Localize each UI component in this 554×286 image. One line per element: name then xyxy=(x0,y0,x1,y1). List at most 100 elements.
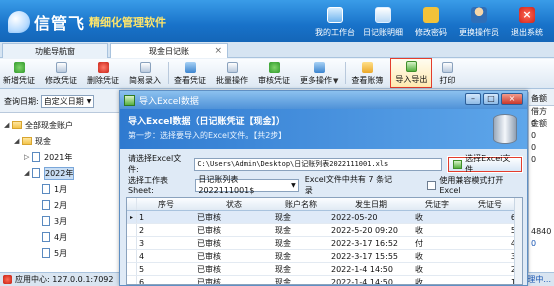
cell-number: 3 xyxy=(461,250,519,262)
cell-word: 收 xyxy=(415,252,423,261)
nav-switch-operator[interactable]: 更换操作员 xyxy=(456,2,502,40)
view-voucher-button[interactable]: 查看凭证 xyxy=(171,58,209,88)
tree-node-month[interactable]: 2月 xyxy=(0,197,120,213)
quick-entry-button[interactable]: 简易录入 xyxy=(126,58,164,88)
row-marker-icon: ▸ xyxy=(127,211,137,223)
cell-no: 2 xyxy=(139,226,145,235)
dialog-title: 导入Excel数据 xyxy=(139,96,199,107)
toolbar-label: 审核凭证 xyxy=(258,76,290,85)
toolbar-label: 新增凭证 xyxy=(3,76,35,85)
app-header: 信管飞 精细化管理软件 我的工作台 日记账明细 修改密码 更换操作员 × 退出系… xyxy=(0,0,554,42)
more-actions-button[interactable]: 更多操作▼ xyxy=(297,58,341,88)
delete-voucher-button[interactable]: 删除凭证 xyxy=(84,58,122,88)
tree-node-year[interactable]: ▷ 2021年 xyxy=(0,149,120,165)
desktop-icon xyxy=(327,7,343,23)
brand-slogan: 精细化管理软件 xyxy=(89,16,167,29)
nav-label: 日记账明细 xyxy=(363,28,403,37)
print-button[interactable]: 打印 xyxy=(436,58,458,88)
tree-label: 2021年 xyxy=(44,152,73,162)
cell-word: 付 xyxy=(415,239,423,248)
sheet-select[interactable]: 日记账列表2022111001$ ▼ xyxy=(195,175,299,195)
table-row[interactable]: 5 已审核 现金 2022-1-4 14:50 收 2 xyxy=(127,263,522,276)
book-icon xyxy=(361,62,373,73)
grid-cell: 0 xyxy=(531,131,537,140)
table-row[interactable]: 6 已审核 现金 2022-1-4 14:50 收 1 xyxy=(127,276,522,284)
chevron-down-icon: ▼ xyxy=(291,181,296,189)
cell-date: 2022-1-4 14:50 xyxy=(331,265,393,274)
excel-import-icon xyxy=(405,61,417,72)
row-marker xyxy=(127,263,137,275)
nav-my-desktop[interactable]: 我的工作台 xyxy=(312,2,358,40)
grid-column-header: 备额 xyxy=(529,92,554,106)
cell-status: 已审核 xyxy=(197,252,221,261)
tab-cash-journal[interactable]: 现金日记账 × xyxy=(110,43,228,58)
toolbar-label: 查看账簿 xyxy=(351,76,384,85)
cell-number: 4 xyxy=(461,237,519,249)
expand-icon[interactable]: ▷ xyxy=(24,153,32,161)
account-book-button[interactable]: 查看账簿 xyxy=(348,58,386,88)
sheet-value: 日记账列表2022111001$ xyxy=(198,175,255,195)
nav-change-password[interactable]: 修改密码 xyxy=(408,2,454,40)
maximize-button[interactable]: □ xyxy=(483,93,499,105)
toolbar-label: 批量操作 xyxy=(216,76,248,85)
tree-node-month[interactable]: 3月 xyxy=(0,213,120,229)
column-header[interactable]: 账户名称 xyxy=(273,198,329,210)
nav-exit[interactable]: × 退出系统 xyxy=(504,2,550,40)
query-date-label: 查询日期: xyxy=(4,96,39,106)
choose-excel-button[interactable]: 选择Excel文件 xyxy=(447,154,523,174)
folder-icon xyxy=(22,137,32,145)
import-export-button[interactable]: 导入导出 xyxy=(390,58,433,88)
grid-cell xyxy=(529,166,554,178)
tree-node-month[interactable]: 4月 xyxy=(0,229,120,245)
calendar-icon xyxy=(32,168,40,178)
tree-node-month[interactable]: 5月 xyxy=(0,245,120,261)
tree-node-cash[interactable]: ◢ 现金 xyxy=(0,133,120,149)
collapse-icon[interactable]: ◢ xyxy=(14,137,22,145)
new-voucher-button[interactable]: 新增凭证 xyxy=(0,58,38,88)
close-button[interactable]: × xyxy=(501,93,523,105)
compat-mode-checkbox[interactable] xyxy=(427,180,437,190)
edit-voucher-button[interactable]: 修改凭证 xyxy=(42,58,80,88)
collapse-icon[interactable]: ◢ xyxy=(4,121,12,129)
table-row[interactable]: 2 已审核 现金 2022-5-20 09:20 收 5 xyxy=(127,224,522,237)
table-row[interactable]: 3 已审核 现金 2022-3-17 16:52 付 4 xyxy=(127,237,522,250)
nav-journal-detail[interactable]: 日记账明细 xyxy=(360,2,406,40)
window-controls: – □ × xyxy=(463,93,523,105)
vertical-scrollbar[interactable] xyxy=(514,198,522,284)
tab-function-nav[interactable]: 功能导航窗 xyxy=(2,43,108,58)
query-date-select[interactable]: 自定义日期 ▼ xyxy=(40,94,95,108)
toolbar-label: 导入导出 xyxy=(395,75,428,84)
wizard-banner: 导入Excel数据（日记账凭证【现金】） 第一步：选择要导入的Excel文件。【… xyxy=(120,109,527,149)
cell-word: 收 xyxy=(415,226,423,235)
close-icon[interactable]: × xyxy=(214,44,222,59)
database-icon xyxy=(493,114,517,144)
column-header[interactable]: 发生日期 xyxy=(329,198,413,210)
main-grid-edge: 备额 借方金额 0 0 0 0 4840 0 xyxy=(528,92,554,272)
audit-voucher-button[interactable]: 审核凭证 xyxy=(255,58,293,88)
tree-node-month[interactable]: 1月 xyxy=(0,181,120,197)
grid-cell xyxy=(529,178,554,190)
tree-label: 现金 xyxy=(35,136,51,146)
file-path-input[interactable]: C:\Users\Admin\Desktop\日记账列表2022111001.x… xyxy=(194,157,443,171)
table-row[interactable]: ▸ 1 已审核 现金 2022-05-20 收 6 xyxy=(127,211,522,224)
import-excel-dialog: 导入Excel数据 – □ × 导入Excel数据（日记账凭证【现金】） 第一步… xyxy=(119,90,528,286)
toolbar-label: 打印 xyxy=(439,76,456,85)
grid-cell: 0 xyxy=(531,239,537,248)
minimize-button[interactable]: – xyxy=(465,93,481,105)
column-header[interactable]: 凭证号 xyxy=(461,198,519,210)
tree-node-year[interactable]: ◢ 2022年 xyxy=(0,165,120,181)
calendar-icon xyxy=(42,200,50,210)
column-header[interactable]: 凭证字 xyxy=(413,198,461,210)
table-row[interactable]: 4 已审核 现金 2022-3-17 15:55 收 3 xyxy=(127,250,522,263)
collapse-icon[interactable]: ◢ xyxy=(24,169,32,177)
dialog-titlebar[interactable]: 导入Excel数据 – □ × xyxy=(120,91,527,109)
column-header[interactable]: 序号 xyxy=(137,198,195,210)
toolbar-label: 简易录入 xyxy=(129,76,161,85)
batch-operation-button[interactable]: 批量操作 xyxy=(213,58,251,88)
grid-cell: 0 xyxy=(531,155,537,164)
edit-icon xyxy=(55,62,67,73)
tree-label: 全部现金账户 xyxy=(25,120,73,130)
batch-icon xyxy=(226,62,238,73)
column-header[interactable]: 状态 xyxy=(195,198,273,210)
tree-node-all-accounts[interactable]: ◢ 全部现金账户 xyxy=(0,117,120,133)
